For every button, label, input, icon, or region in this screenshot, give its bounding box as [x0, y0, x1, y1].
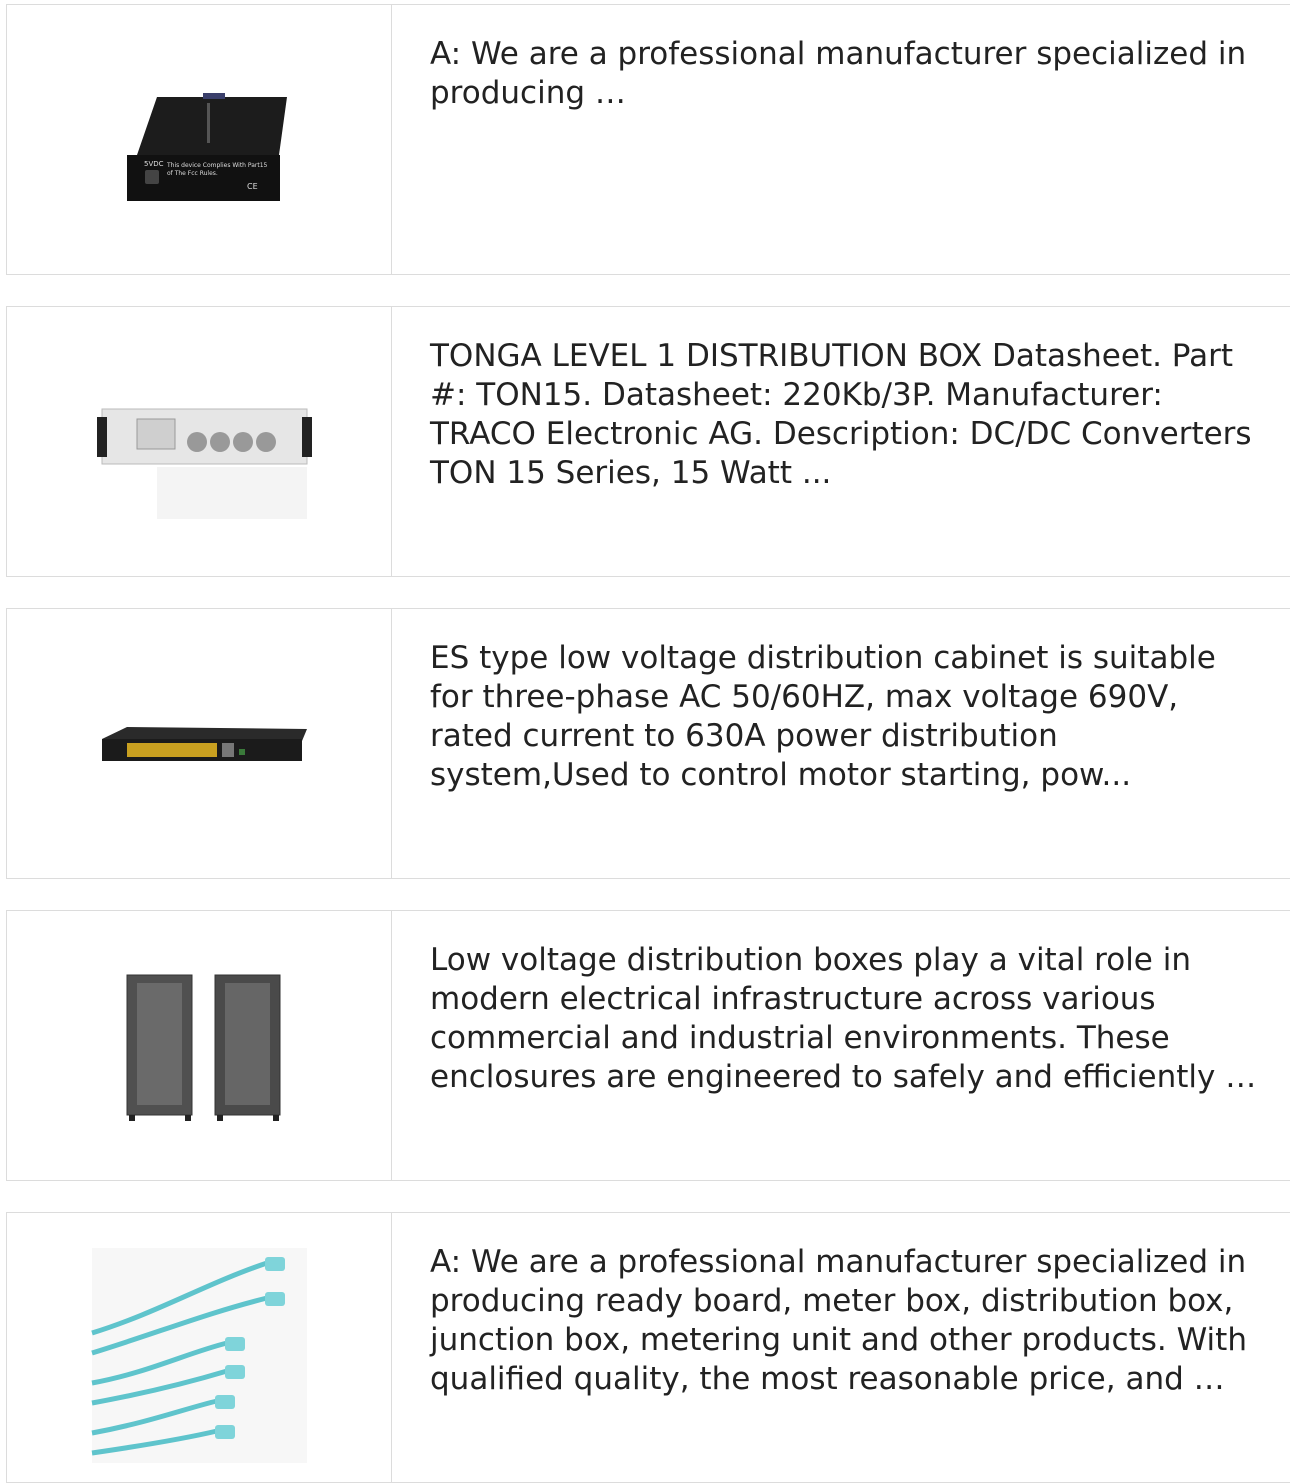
network-switch-image [102, 727, 307, 761]
product-thumbnail[interactable] [7, 307, 392, 576]
result-card[interactable]: 5VDC This device Complies With Part15 of… [6, 4, 1290, 275]
product-thumbnail[interactable] [7, 609, 392, 878]
result-snippet[interactable]: ES type low voltage distribution cabinet… [430, 639, 1260, 795]
result-snippet[interactable]: TONGA LEVEL 1 DISTRIBUTION BOX Datasheet… [430, 337, 1260, 493]
product-thumbnail[interactable]: 5VDC This device Complies With Part15 of… [7, 5, 392, 274]
notice-label-2: of The Fcc Rules. [167, 170, 218, 177]
result-card[interactable]: ES type low voltage distribution cabinet… [6, 608, 1290, 879]
product-thumbnail[interactable] [7, 911, 392, 1180]
product-thumbnail[interactable] [7, 1213, 392, 1482]
result-snippet[interactable]: Low voltage distribution boxes play a vi… [430, 941, 1260, 1097]
result-snippet[interactable]: A: We are a professional manufacturer sp… [430, 35, 1260, 113]
media-converter-image: 5VDC This device Complies With Part15 of… [127, 93, 287, 201]
port-label: 5VDC [144, 160, 164, 168]
result-card[interactable]: A: We are a professional manufacturer sp… [6, 1212, 1290, 1483]
cabinet-image [126, 974, 281, 1121]
amplifier-image [97, 408, 312, 519]
result-snippet[interactable]: A: We are a professional manufacturer sp… [430, 1243, 1260, 1399]
result-card[interactable]: Low voltage distribution boxes play a vi… [6, 910, 1290, 1181]
notice-label: This device Complies With Part15 [166, 162, 268, 169]
ce-mark: CE [247, 182, 258, 191]
fiber-cables-image [91, 1248, 307, 1463]
result-card[interactable]: TONGA LEVEL 1 DISTRIBUTION BOX Datasheet… [6, 306, 1290, 577]
